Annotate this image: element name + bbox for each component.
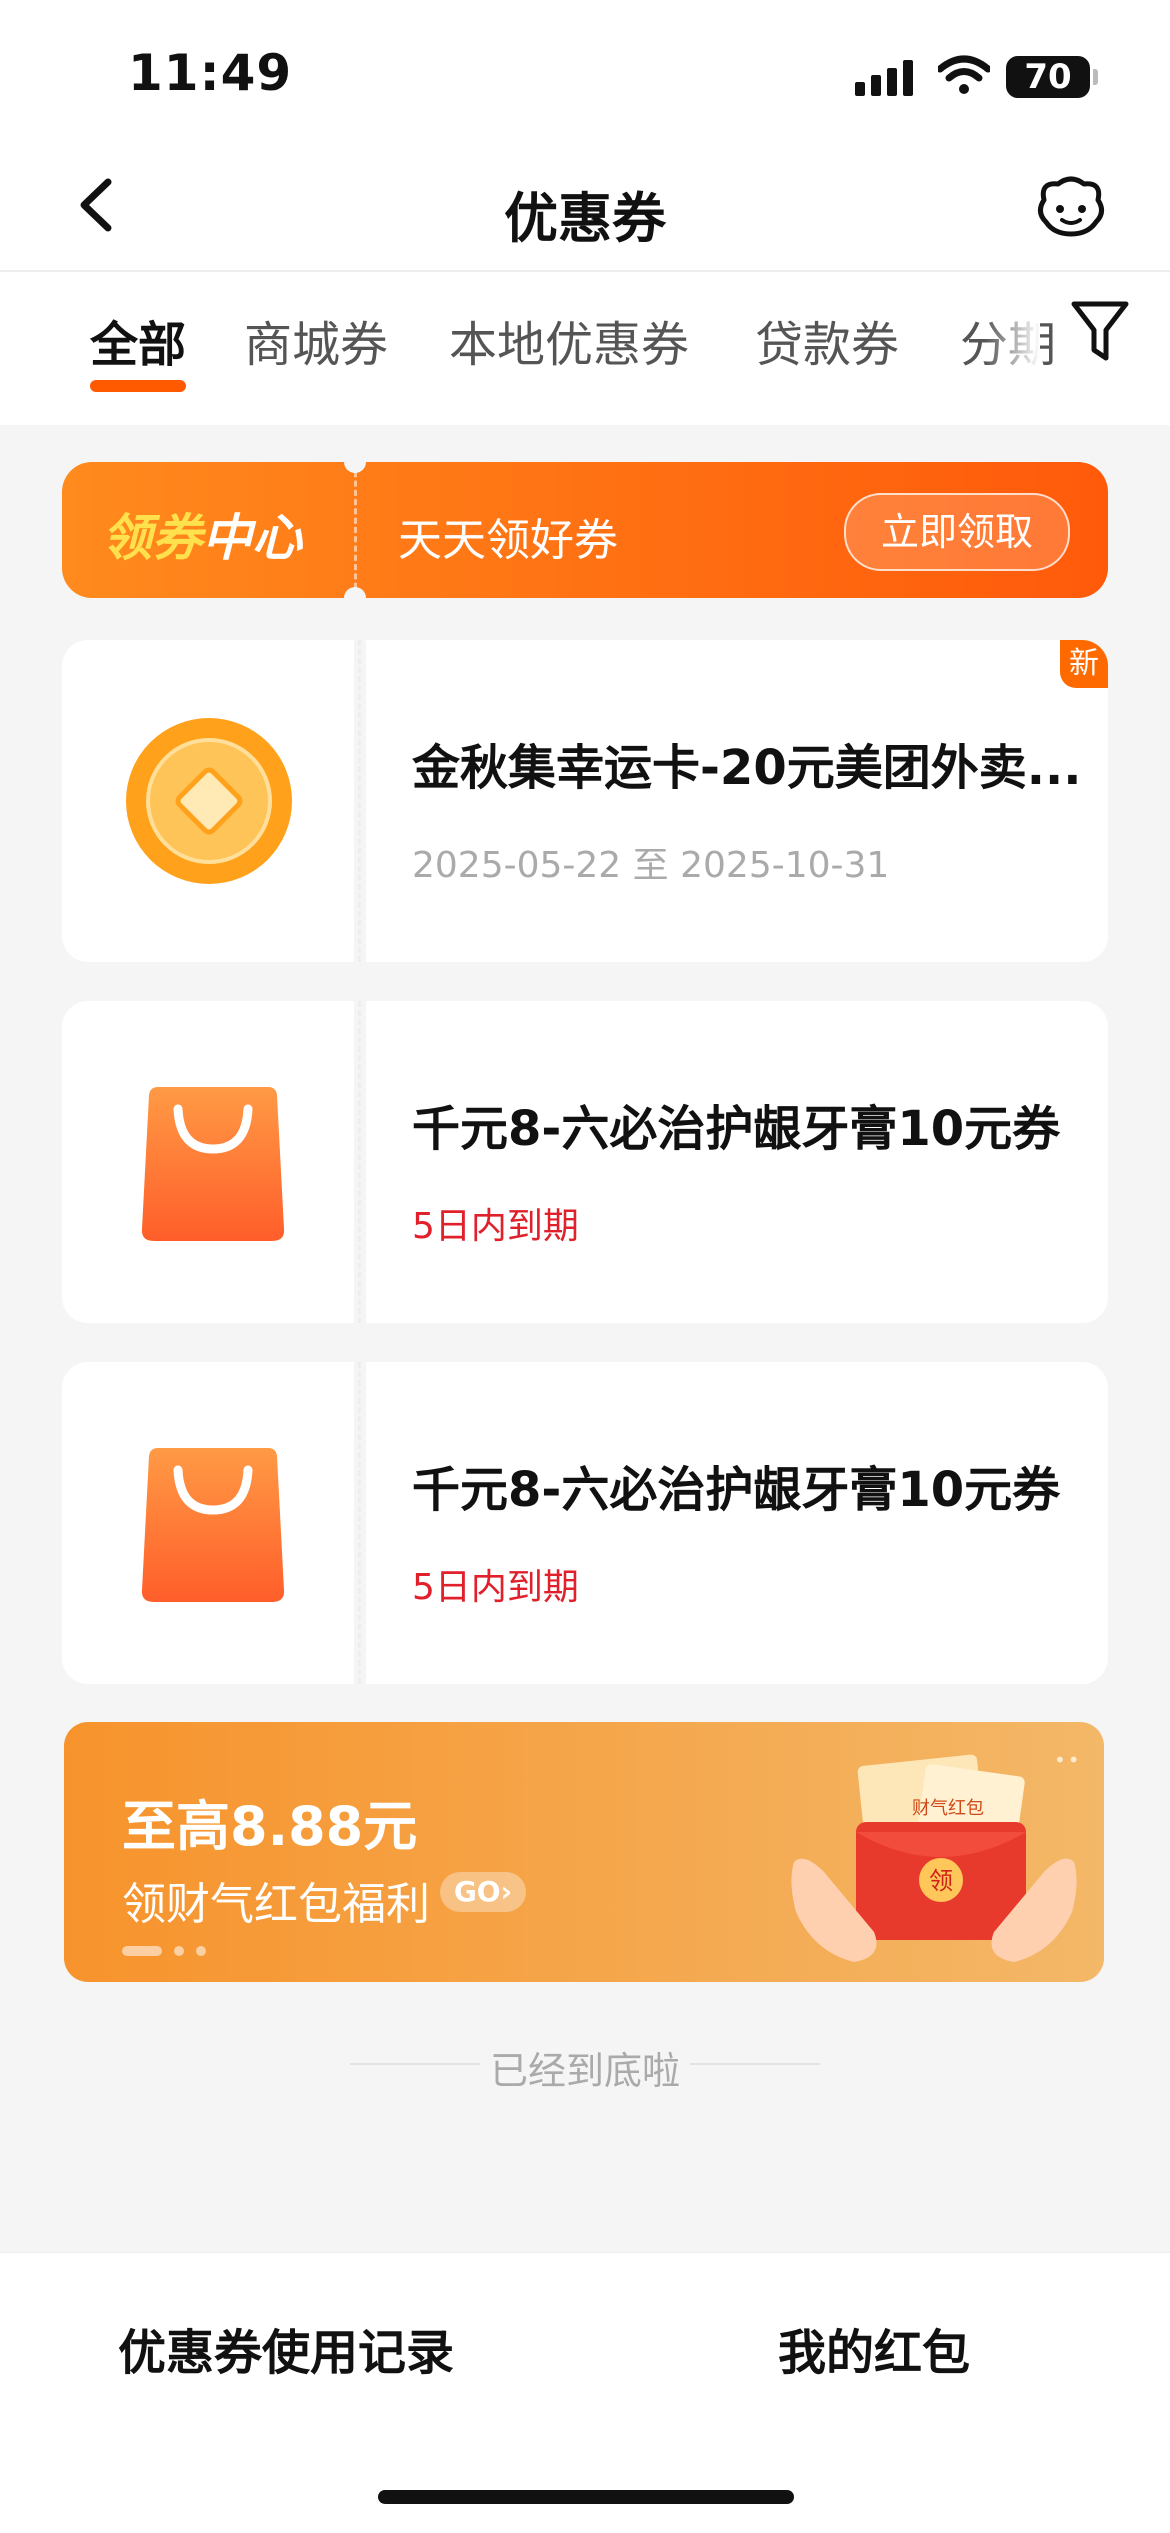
carousel-dot (196, 1946, 206, 1956)
coupon-card[interactable]: 金秋集幸运卡-20元美团外卖... 2025-05-22 至 2025-10-3… (62, 640, 1108, 962)
new-badge: 新 (1060, 640, 1108, 688)
promo-title: 至高8.88元 (122, 1795, 418, 1858)
promo-subtitle: 领财气红包福利 (122, 1879, 430, 1930)
carousel-dot (174, 1946, 184, 1956)
tab-fade (985, 280, 1040, 400)
red-packet-promo-banner[interactable]: 至高8.88元 领财气红包福利 GO› •• 领 财气红包 (64, 1722, 1104, 1982)
coupon-expiry: 5日内到期 (412, 1206, 579, 1247)
card-perforation (358, 1001, 361, 1323)
banner-notch-top (344, 462, 366, 473)
coupon-title: 金秋集幸运卡-20元美团外卖... (412, 740, 1082, 796)
tab-local-coupons[interactable]: 本地优惠券 (449, 305, 689, 375)
wifi-icon (938, 55, 990, 94)
coupon-center-title: 领券中心 (102, 509, 302, 567)
claim-now-button[interactable]: 立即领取 (844, 493, 1070, 571)
filter-icon[interactable] (1070, 298, 1130, 366)
gold-coin-icon (126, 718, 292, 884)
coupon-card[interactable]: 千元8-六必治护龈牙膏10元券 5日内到期 (62, 1001, 1108, 1323)
coupon-title: 千元8-六必治护龈牙膏10元券 (412, 1462, 1061, 1518)
coupon-expiry: 5日内到期 (412, 1567, 579, 1608)
carousel-dot-active (122, 1946, 162, 1956)
my-red-packets-button[interactable]: 我的红包 (778, 2313, 970, 2383)
page-title: 优惠券 (504, 187, 666, 250)
card-perforation (358, 1362, 361, 1684)
coupon-usage-history-button[interactable]: 优惠券使用记录 (118, 2313, 454, 2383)
envelope-label-text: 财气红包 (912, 1798, 984, 1819)
tab-mall-coupons[interactable]: 商城券 (244, 305, 388, 375)
tab-active-indicator (90, 380, 186, 392)
coupon-title: 千元8-六必治护龈牙膏10元券 (412, 1101, 1061, 1157)
banner-perforation (354, 462, 357, 598)
tab-all[interactable]: 全部 (90, 305, 186, 375)
tab-loan-coupons[interactable]: 贷款券 (755, 305, 899, 375)
coupon-center-subtitle: 天天领好券 (398, 515, 618, 566)
coupon-card[interactable]: 千元8-六必治护龈牙膏10元券 5日内到期 (62, 1362, 1108, 1684)
cellular-signal-icon (855, 60, 913, 96)
card-perforation (358, 640, 361, 962)
envelope-seal-text: 领 (929, 1867, 953, 1895)
header-divider (0, 270, 1170, 272)
shopping-bag-icon (141, 1087, 285, 1241)
battery-indicator: 70 (1006, 56, 1098, 98)
red-envelope-hands-icon: 领 财气红包 (791, 1754, 1077, 1962)
coupon-validity: 2025-05-22 至 2025-10-31 (412, 845, 890, 886)
banner-notch-bottom (344, 587, 366, 598)
end-of-list-text: 已经到底啦 (489, 2049, 680, 2093)
promo-go-button[interactable]: GO› (440, 1872, 526, 1912)
status-time: 11:49 (128, 44, 293, 102)
shopping-bag-icon (141, 1448, 285, 1602)
customer-service-icon[interactable] (1034, 176, 1108, 238)
coupon-center-banner[interactable]: 领券中心 天天领好券 立即领取 (62, 462, 1108, 598)
home-indicator (378, 2490, 794, 2504)
